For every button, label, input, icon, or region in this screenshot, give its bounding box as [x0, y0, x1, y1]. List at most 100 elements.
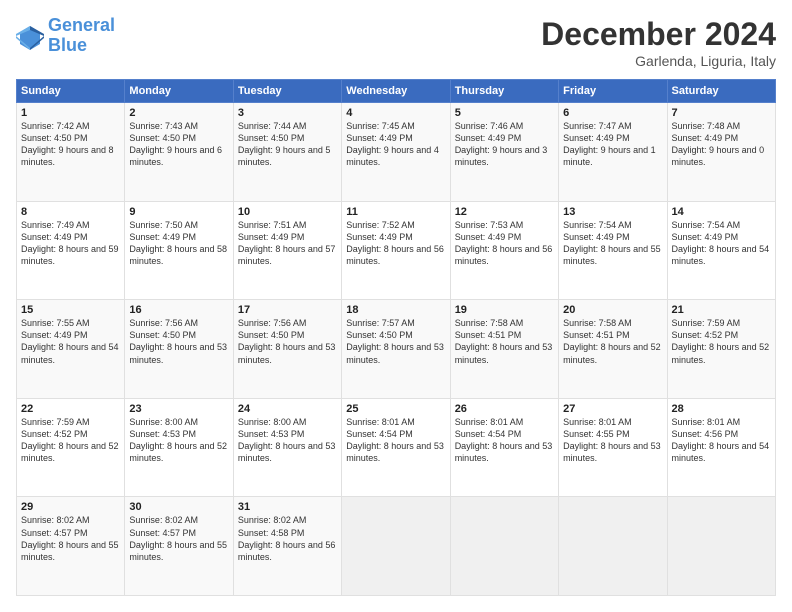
calendar-cell: 9Sunrise: 7:50 AM Sunset: 4:49 PM Daylig… — [125, 201, 233, 300]
logo-icon — [16, 22, 44, 50]
day-number: 6 — [563, 107, 662, 119]
day-content: Sunrise: 8:00 AM Sunset: 4:53 PM Dayligh… — [238, 416, 337, 465]
page: General Blue December 2024 Garlenda, Lig… — [0, 0, 792, 612]
day-number: 22 — [21, 403, 120, 415]
weekday-saturday: Saturday — [667, 80, 775, 103]
calendar-cell — [559, 497, 667, 596]
calendar-cell: 13Sunrise: 7:54 AM Sunset: 4:49 PM Dayli… — [559, 201, 667, 300]
calendar-cell: 25Sunrise: 8:01 AM Sunset: 4:54 PM Dayli… — [342, 398, 450, 497]
calendar-cell: 19Sunrise: 7:58 AM Sunset: 4:51 PM Dayli… — [450, 300, 558, 399]
calendar-cell: 2Sunrise: 7:43 AM Sunset: 4:50 PM Daylig… — [125, 103, 233, 202]
day-content: Sunrise: 8:01 AM Sunset: 4:54 PM Dayligh… — [455, 416, 554, 465]
calendar-table: SundayMondayTuesdayWednesdayThursdayFrid… — [16, 79, 776, 596]
day-number: 20 — [563, 304, 662, 316]
calendar-cell: 21Sunrise: 7:59 AM Sunset: 4:52 PM Dayli… — [667, 300, 775, 399]
day-number: 15 — [21, 304, 120, 316]
day-number: 4 — [346, 107, 445, 119]
weekday-thursday: Thursday — [450, 80, 558, 103]
day-content: Sunrise: 8:01 AM Sunset: 4:55 PM Dayligh… — [563, 416, 662, 465]
calendar-cell: 16Sunrise: 7:56 AM Sunset: 4:50 PM Dayli… — [125, 300, 233, 399]
month-title: December 2024 — [541, 16, 776, 53]
weekday-sunday: Sunday — [17, 80, 125, 103]
day-content: Sunrise: 7:46 AM Sunset: 4:49 PM Dayligh… — [455, 120, 554, 169]
day-content: Sunrise: 8:01 AM Sunset: 4:54 PM Dayligh… — [346, 416, 445, 465]
calendar-cell: 15Sunrise: 7:55 AM Sunset: 4:49 PM Dayli… — [17, 300, 125, 399]
calendar-cell: 10Sunrise: 7:51 AM Sunset: 4:49 PM Dayli… — [233, 201, 341, 300]
day-number: 9 — [129, 206, 228, 218]
calendar-row-4: 22Sunrise: 7:59 AM Sunset: 4:52 PM Dayli… — [17, 398, 776, 497]
day-number: 28 — [672, 403, 771, 415]
calendar-cell: 24Sunrise: 8:00 AM Sunset: 4:53 PM Dayli… — [233, 398, 341, 497]
day-content: Sunrise: 7:52 AM Sunset: 4:49 PM Dayligh… — [346, 219, 445, 268]
day-content: Sunrise: 7:43 AM Sunset: 4:50 PM Dayligh… — [129, 120, 228, 169]
calendar-cell — [450, 497, 558, 596]
weekday-tuesday: Tuesday — [233, 80, 341, 103]
day-content: Sunrise: 7:54 AM Sunset: 4:49 PM Dayligh… — [672, 219, 771, 268]
calendar-cell: 8Sunrise: 7:49 AM Sunset: 4:49 PM Daylig… — [17, 201, 125, 300]
calendar-body: 1Sunrise: 7:42 AM Sunset: 4:50 PM Daylig… — [17, 103, 776, 596]
calendar-row-3: 15Sunrise: 7:55 AM Sunset: 4:49 PM Dayli… — [17, 300, 776, 399]
calendar-cell: 30Sunrise: 8:02 AM Sunset: 4:57 PM Dayli… — [125, 497, 233, 596]
calendar-row-2: 8Sunrise: 7:49 AM Sunset: 4:49 PM Daylig… — [17, 201, 776, 300]
weekday-friday: Friday — [559, 80, 667, 103]
calendar-row-1: 1Sunrise: 7:42 AM Sunset: 4:50 PM Daylig… — [17, 103, 776, 202]
day-content: Sunrise: 7:55 AM Sunset: 4:49 PM Dayligh… — [21, 317, 120, 366]
day-content: Sunrise: 7:49 AM Sunset: 4:49 PM Dayligh… — [21, 219, 120, 268]
calendar-cell: 12Sunrise: 7:53 AM Sunset: 4:49 PM Dayli… — [450, 201, 558, 300]
calendar-cell — [667, 497, 775, 596]
day-number: 19 — [455, 304, 554, 316]
logo-blue: Blue — [48, 35, 87, 55]
day-content: Sunrise: 7:58 AM Sunset: 4:51 PM Dayligh… — [455, 317, 554, 366]
day-content: Sunrise: 8:00 AM Sunset: 4:53 PM Dayligh… — [129, 416, 228, 465]
day-number: 21 — [672, 304, 771, 316]
day-number: 18 — [346, 304, 445, 316]
weekday-wednesday: Wednesday — [342, 80, 450, 103]
day-content: Sunrise: 7:44 AM Sunset: 4:50 PM Dayligh… — [238, 120, 337, 169]
calendar-cell: 22Sunrise: 7:59 AM Sunset: 4:52 PM Dayli… — [17, 398, 125, 497]
calendar-cell: 6Sunrise: 7:47 AM Sunset: 4:49 PM Daylig… — [559, 103, 667, 202]
logo-general: General — [48, 15, 115, 35]
calendar-cell: 7Sunrise: 7:48 AM Sunset: 4:49 PM Daylig… — [667, 103, 775, 202]
day-number: 25 — [346, 403, 445, 415]
day-content: Sunrise: 7:56 AM Sunset: 4:50 PM Dayligh… — [129, 317, 228, 366]
day-content: Sunrise: 8:02 AM Sunset: 4:57 PM Dayligh… — [21, 514, 120, 563]
day-content: Sunrise: 7:59 AM Sunset: 4:52 PM Dayligh… — [21, 416, 120, 465]
day-content: Sunrise: 7:48 AM Sunset: 4:49 PM Dayligh… — [672, 120, 771, 169]
day-number: 12 — [455, 206, 554, 218]
day-content: Sunrise: 7:54 AM Sunset: 4:49 PM Dayligh… — [563, 219, 662, 268]
day-content: Sunrise: 7:56 AM Sunset: 4:50 PM Dayligh… — [238, 317, 337, 366]
calendar-cell: 4Sunrise: 7:45 AM Sunset: 4:49 PM Daylig… — [342, 103, 450, 202]
calendar-cell: 18Sunrise: 7:57 AM Sunset: 4:50 PM Dayli… — [342, 300, 450, 399]
calendar-cell: 20Sunrise: 7:58 AM Sunset: 4:51 PM Dayli… — [559, 300, 667, 399]
weekday-monday: Monday — [125, 80, 233, 103]
day-number: 10 — [238, 206, 337, 218]
day-number: 29 — [21, 501, 120, 513]
calendar-cell: 14Sunrise: 7:54 AM Sunset: 4:49 PM Dayli… — [667, 201, 775, 300]
day-number: 2 — [129, 107, 228, 119]
day-number: 3 — [238, 107, 337, 119]
calendar-cell: 28Sunrise: 8:01 AM Sunset: 4:56 PM Dayli… — [667, 398, 775, 497]
calendar-header: SundayMondayTuesdayWednesdayThursdayFrid… — [17, 80, 776, 103]
day-number: 23 — [129, 403, 228, 415]
day-number: 14 — [672, 206, 771, 218]
day-number: 27 — [563, 403, 662, 415]
day-content: Sunrise: 7:51 AM Sunset: 4:49 PM Dayligh… — [238, 219, 337, 268]
location-subtitle: Garlenda, Liguria, Italy — [541, 53, 776, 69]
day-number: 8 — [21, 206, 120, 218]
day-content: Sunrise: 8:02 AM Sunset: 4:57 PM Dayligh… — [129, 514, 228, 563]
day-number: 17 — [238, 304, 337, 316]
day-content: Sunrise: 8:01 AM Sunset: 4:56 PM Dayligh… — [672, 416, 771, 465]
day-number: 7 — [672, 107, 771, 119]
logo-text: General Blue — [48, 16, 115, 56]
calendar-cell: 1Sunrise: 7:42 AM Sunset: 4:50 PM Daylig… — [17, 103, 125, 202]
day-content: Sunrise: 7:50 AM Sunset: 4:49 PM Dayligh… — [129, 219, 228, 268]
day-number: 13 — [563, 206, 662, 218]
weekday-header-row: SundayMondayTuesdayWednesdayThursdayFrid… — [17, 80, 776, 103]
calendar-cell: 23Sunrise: 8:00 AM Sunset: 4:53 PM Dayli… — [125, 398, 233, 497]
logo: General Blue — [16, 16, 115, 56]
day-number: 1 — [21, 107, 120, 119]
calendar-cell — [342, 497, 450, 596]
calendar-cell: 11Sunrise: 7:52 AM Sunset: 4:49 PM Dayli… — [342, 201, 450, 300]
day-content: Sunrise: 7:53 AM Sunset: 4:49 PM Dayligh… — [455, 219, 554, 268]
day-number: 31 — [238, 501, 337, 513]
